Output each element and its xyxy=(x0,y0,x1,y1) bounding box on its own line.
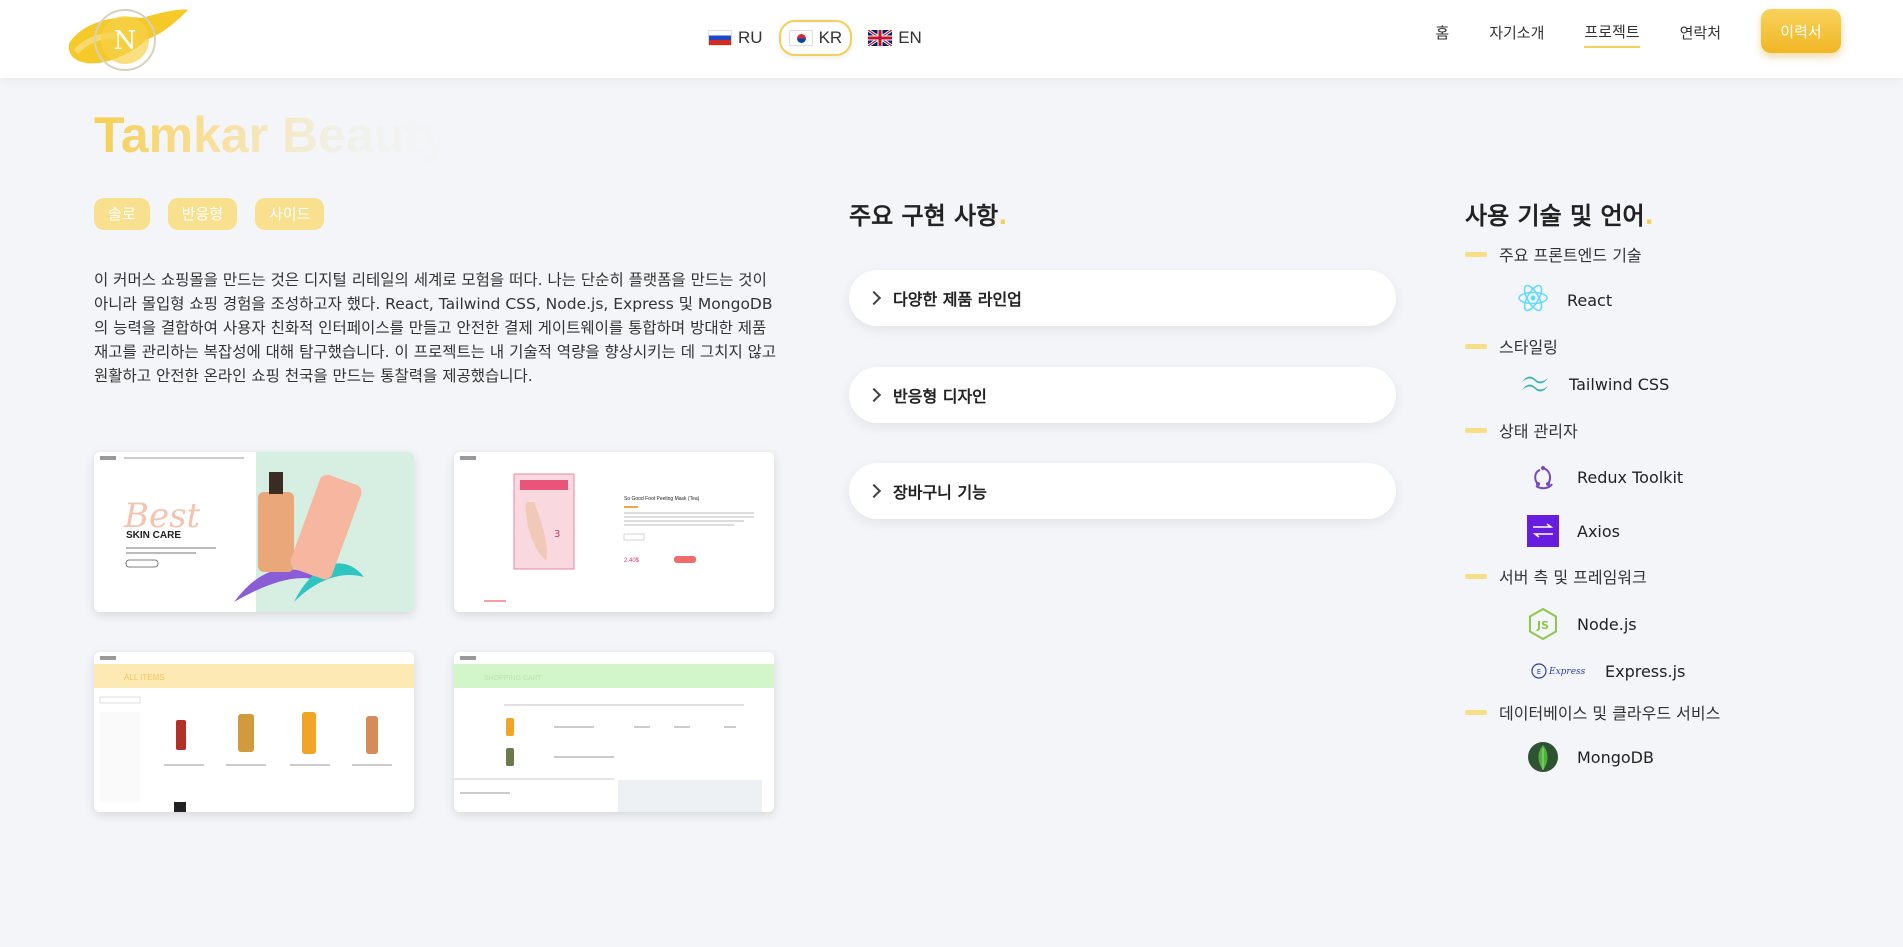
tech-name: MongoDB xyxy=(1577,747,1654,767)
tech-name: Node.js xyxy=(1577,614,1637,634)
nav-home[interactable]: 홈 xyxy=(1435,22,1449,47)
cart-heading-text: SHOPPING CART xyxy=(484,675,543,682)
lang-en-label: EN xyxy=(898,28,922,47)
nodejs-icon: JS xyxy=(1525,606,1561,642)
lang-kr-label: KR xyxy=(818,28,843,47)
mongodb-icon xyxy=(1525,739,1561,775)
tech-name: Redux Toolkit xyxy=(1577,467,1684,487)
screenshot-home[interactable]: Best SKIN CARE xyxy=(94,452,414,612)
logo[interactable]: N xyxy=(62,4,190,74)
tech-react: React xyxy=(1515,281,1885,319)
tech-axios: Axios xyxy=(1525,515,1885,547)
axios-icon xyxy=(1525,513,1561,549)
feature-accordion-cart[interactable]: 장바구니 기능 xyxy=(849,463,1396,519)
screenshot-cart[interactable]: SHOPPING CART xyxy=(454,652,774,812)
category-label: 주요 프론트엔드 기술 xyxy=(1499,246,1642,265)
resume-button[interactable]: 이력서 xyxy=(1761,9,1841,53)
category-bar xyxy=(1465,251,1487,257)
features-title-text: 주요 구현 사항 xyxy=(849,202,999,230)
title-dot: . xyxy=(1644,202,1654,230)
tech-title: 사용 기술 및 언어. xyxy=(1465,196,1885,231)
category-bar xyxy=(1465,573,1487,579)
tech-stack: 사용 기술 및 언어. 주요 프론트엔드 기술 React 스타일링 Tailw… xyxy=(1465,196,1885,775)
category-label: 상태 관리자 xyxy=(1499,422,1578,441)
screenshot-product[interactable]: 3 So Good Foot Peeling Mask (Tea) 2.40$ xyxy=(454,452,774,612)
product-price-text: 2.40$ xyxy=(624,558,640,564)
svg-text:JS: JS xyxy=(1536,619,1549,632)
category-bar xyxy=(1465,343,1487,349)
tag-responsive: 반응형 xyxy=(167,198,238,230)
category-server: 서버 측 및 프레임워크 xyxy=(1465,563,1885,589)
title-dot: . xyxy=(998,202,1008,230)
tag-solo: 솔로 xyxy=(94,198,150,230)
category-styling: 스타일링 xyxy=(1465,333,1885,359)
category-state: 상태 관리자 xyxy=(1465,417,1885,443)
screenshot-gallery: Best SKIN CARE 3 So Good Foot Peeling Ma… xyxy=(94,452,774,812)
lang-kr[interactable]: KR xyxy=(778,20,853,56)
lang-ru[interactable]: RU xyxy=(700,20,771,56)
category-label: 서버 측 및 프레임워크 xyxy=(1499,568,1647,587)
project-tags: 솔로 반응형 사이드 xyxy=(94,198,325,230)
uk-flag-icon xyxy=(868,30,893,46)
tech-name: Express.js xyxy=(1605,661,1686,681)
feature-accordion-product-lineup[interactable]: 다양한 제품 라인업 xyxy=(849,270,1396,326)
korea-flag-icon xyxy=(788,30,813,46)
react-icon xyxy=(1515,282,1551,318)
feature-label: 반응형 디자인 xyxy=(893,387,987,406)
tech-name: React xyxy=(1567,290,1613,310)
tech-name: Axios xyxy=(1577,521,1620,541)
chevron-right-icon xyxy=(866,483,882,499)
tech-mongodb: MongoDB xyxy=(1525,739,1885,775)
tech-redux: Redux Toolkit xyxy=(1525,461,1885,493)
all-items-text: ALL ITEMS xyxy=(124,673,165,682)
redux-icon xyxy=(1525,459,1561,495)
svg-text:3: 3 xyxy=(554,529,560,540)
category-frontend: 주요 프론트엔드 기술 xyxy=(1465,241,1885,267)
lang-en[interactable]: EN xyxy=(860,20,930,56)
hero-heading-text: SKIN CARE xyxy=(126,530,181,541)
express-icon: E Express xyxy=(1531,653,1589,689)
feature-accordion-responsive[interactable]: 반응형 디자인 xyxy=(849,367,1396,423)
features-title: 주요 구현 사항. xyxy=(849,196,1007,231)
svg-text:E: E xyxy=(1537,668,1541,676)
chevron-right-icon xyxy=(866,387,882,403)
feature-label: 장바구니 기능 xyxy=(893,483,987,502)
tech-nodejs: JS Node.js xyxy=(1525,607,1885,641)
category-database: 데이터베이스 및 클라우드 서비스 xyxy=(1465,699,1885,725)
nav-contact[interactable]: 연락처 xyxy=(1680,22,1721,47)
tag-side: 사이드 xyxy=(255,198,325,230)
logo-letter: N xyxy=(114,26,137,56)
nav-projects[interactable]: 프로젝트 xyxy=(1584,21,1640,48)
category-bar xyxy=(1465,427,1487,433)
category-label: 데이터베이스 및 클라우드 서비스 xyxy=(1499,704,1721,723)
feature-label: 다양한 제품 라인업 xyxy=(893,290,1022,309)
site-header: N RU KR EN 홈 자기소개 프로젝트 연락처 이력서 xyxy=(0,0,1903,78)
project-title: Tamkar Beauty xyxy=(94,107,449,163)
language-switcher: RU KR EN xyxy=(700,20,930,56)
category-label: 스타일링 xyxy=(1499,338,1558,357)
product-name-text: So Good Foot Peeling Mask (Tea) xyxy=(624,496,700,502)
main-nav: 홈 자기소개 프로젝트 연락처 이력서 xyxy=(1435,9,1853,53)
chevron-right-icon xyxy=(866,290,882,306)
tailwind-icon xyxy=(1517,366,1553,402)
category-bar xyxy=(1465,709,1487,715)
russia-flag-icon xyxy=(708,30,732,46)
nav-about[interactable]: 자기소개 xyxy=(1489,22,1544,47)
project-description: 이 커머스 쇼핑몰을 만드는 것은 디지털 리테일의 세계로 모험을 떠다. 나… xyxy=(94,271,777,385)
tech-title-text: 사용 기술 및 언어 xyxy=(1465,202,1645,230)
tech-tailwind: Tailwind CSS xyxy=(1517,369,1885,399)
lang-ru-label: RU xyxy=(738,28,763,47)
tech-express: E Express Express.js xyxy=(1531,659,1885,683)
screenshot-shop[interactable]: ALL ITEMS xyxy=(94,652,414,812)
tech-name: Tailwind CSS xyxy=(1569,374,1670,394)
svg-text:Express: Express xyxy=(1548,667,1586,677)
